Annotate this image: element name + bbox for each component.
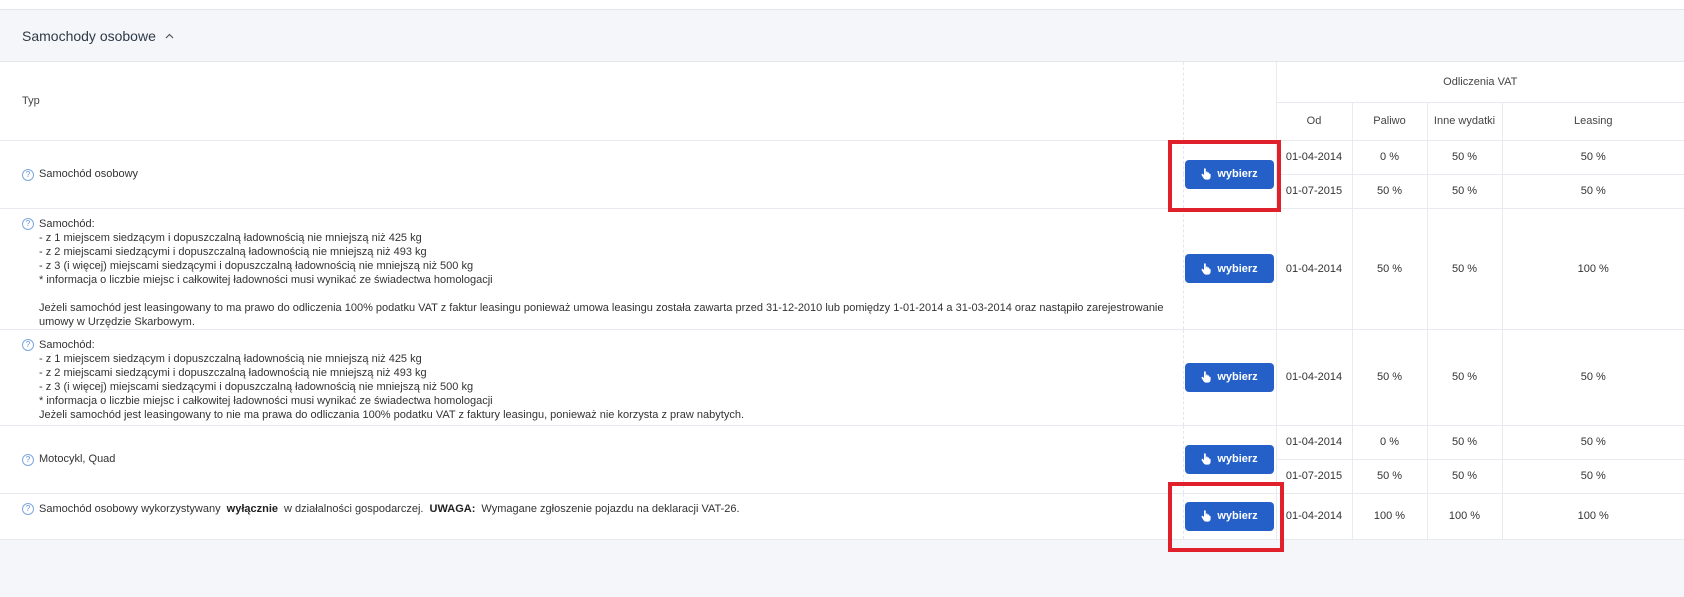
type-cell: ? Samochód: - z 1 miejscem siedzącym i do… [0, 329, 1183, 426]
hand-pointer-icon [1201, 371, 1211, 383]
table-row: ? Samochód: - z 1 miejscem siedzącym i do… [0, 208, 1684, 330]
column-header-vat-group: Odliczenia VAT [1275, 62, 1684, 103]
chevron-up-icon[interactable] [164, 30, 176, 42]
date-cell: 01-04-2014 [1275, 208, 1352, 330]
action-cell: wybierz [1182, 425, 1276, 494]
fuel-cell: 50 % [1351, 174, 1427, 209]
fuel-cell: 0 % [1351, 140, 1427, 175]
type-label: Samochód: - z 1 miejscem siedzącym i dop… [39, 217, 1164, 328]
select-button-label: wybierz [1217, 168, 1258, 180]
date-cell: 01-07-2015 [1275, 174, 1352, 209]
action-cell: wybierz [1182, 140, 1276, 209]
type-description: ? Samochód osobowy [22, 167, 1183, 181]
other-expenses-cell: 100 % [1426, 493, 1502, 540]
help-icon[interactable]: ? [22, 453, 34, 466]
type-label: Samochód osobowy wykorzystywany wyłączni… [39, 502, 740, 516]
fuel-cell: 0 % [1351, 425, 1427, 460]
table-row: ? Samochód osobowy wybierz 01-04-2014 0 % 50 … [0, 140, 1684, 209]
help-icon[interactable]: ? [22, 338, 34, 351]
type-description: ? Samochód osobowy wykorzystywany wyłączn… [22, 502, 1183, 516]
type-description: ? Samochód: - z 1 miejscem siedzącym i do… [22, 338, 1183, 422]
table-row: ? Motocykl, Quad wybierz 01-04-2014 0 % 50 % 5… [0, 425, 1684, 494]
select-button-label: wybierz [1217, 371, 1258, 383]
fuel-cell: 50 % [1351, 329, 1427, 426]
type-label: Samochód osobowy [39, 168, 139, 180]
date-cell: 01-04-2014 [1275, 140, 1352, 175]
fuel-cell: 50 % [1351, 208, 1427, 330]
date-cell: 01-04-2014 [1275, 425, 1352, 460]
other-expenses-cell: 50 % [1426, 329, 1502, 426]
plain-text: Samochód osobowy wykorzystywany [39, 502, 224, 515]
section-title: Samochody osobowe [22, 27, 156, 44]
select-button[interactable]: wybierz [1185, 362, 1274, 392]
table-row: ? Samochód: - z 1 miejscem siedzącym i do… [0, 329, 1684, 426]
action-cell: wybierz [1182, 329, 1276, 426]
type-cell: ? Samochód osobowy wykorzystywany wyłączn… [0, 493, 1183, 540]
emphasis-text: UWAGA: [429, 502, 476, 515]
leasing-cell: 50 % [1501, 140, 1684, 175]
plain-text: w działalności gospodarczej. [281, 502, 427, 515]
leasing-cell: 50 % [1501, 329, 1684, 426]
type-description: ? Motocykl, Quad [22, 452, 1183, 466]
type-cell: ? Samochód osobowy [0, 140, 1183, 209]
column-header-od: Od [1275, 102, 1352, 141]
other-expenses-cell: 50 % [1426, 459, 1502, 494]
other-expenses-cell: 50 % [1426, 174, 1502, 209]
date-cell: 01-07-2015 [1275, 459, 1352, 494]
select-button[interactable]: wybierz [1185, 501, 1274, 531]
leasing-cell: 50 % [1501, 459, 1684, 494]
type-cell: ? Motocykl, Quad [0, 425, 1183, 494]
column-header-action [1182, 62, 1276, 141]
select-button-label: wybierz [1217, 262, 1258, 275]
select-button[interactable]: wybierz [1185, 444, 1274, 474]
select-button[interactable]: wybierz [1185, 254, 1274, 283]
leasing-cell: 50 % [1501, 425, 1684, 460]
action-cell: wybierz [1182, 493, 1276, 540]
column-header-typ: Typ [0, 62, 1183, 141]
type-label: Samochód: - z 1 miejscem siedzącym i dop… [39, 338, 744, 421]
top-divider [0, 0, 1684, 10]
hand-pointer-icon [1201, 262, 1211, 275]
fuel-cell: 50 % [1351, 459, 1427, 494]
select-button[interactable]: wybierz [1185, 159, 1274, 189]
column-header-paliwo: Paliwo [1351, 102, 1427, 141]
leasing-cell: 100 % [1501, 493, 1684, 540]
other-expenses-cell: 50 % [1426, 425, 1502, 460]
hand-pointer-icon [1201, 453, 1211, 465]
type-cell: ? Samochód: - z 1 miejscem siedzącym i do… [0, 208, 1183, 330]
type-description: ? Samochód: - z 1 miejscem siedzącym i do… [22, 217, 1183, 329]
section-header[interactable]: Samochody osobowe [0, 10, 1684, 62]
emphasis-text: wyłącznie [226, 502, 278, 515]
action-cell: wybierz [1182, 208, 1276, 330]
column-header-leasing: Leasing [1501, 102, 1684, 141]
other-expenses-cell: 50 % [1426, 140, 1502, 175]
hand-pointer-icon [1201, 510, 1211, 522]
table-row: ? Samochód osobowy wykorzystywany wyłączn… [0, 493, 1684, 540]
plain-text: Wymagane zgłoszenie pojazdu na deklaracj… [478, 502, 740, 515]
column-header-inne-wydatki: Inne wydatki [1426, 102, 1502, 141]
help-icon[interactable]: ? [22, 168, 34, 181]
help-icon[interactable]: ? [22, 217, 34, 230]
type-label: Motocykl, Quad [39, 453, 116, 465]
select-button-label: wybierz [1217, 510, 1258, 522]
vehicle-types-table: Typ Odliczenia VAT Od Paliwo Inne wydatk… [0, 62, 1684, 540]
leasing-cell: 50 % [1501, 174, 1684, 209]
select-button-label: wybierz [1217, 453, 1258, 465]
date-cell: 01-04-2014 [1275, 329, 1352, 426]
other-expenses-cell: 50 % [1426, 208, 1502, 330]
page: Samochody osobowe Typ Odliczenia VAT Od … [0, 0, 1684, 597]
fuel-cell: 100 % [1351, 493, 1427, 540]
help-icon[interactable]: ? [22, 502, 34, 515]
leasing-cell: 100 % [1501, 208, 1684, 330]
date-cell: 01-04-2014 [1275, 493, 1352, 540]
hand-pointer-icon [1201, 168, 1211, 180]
